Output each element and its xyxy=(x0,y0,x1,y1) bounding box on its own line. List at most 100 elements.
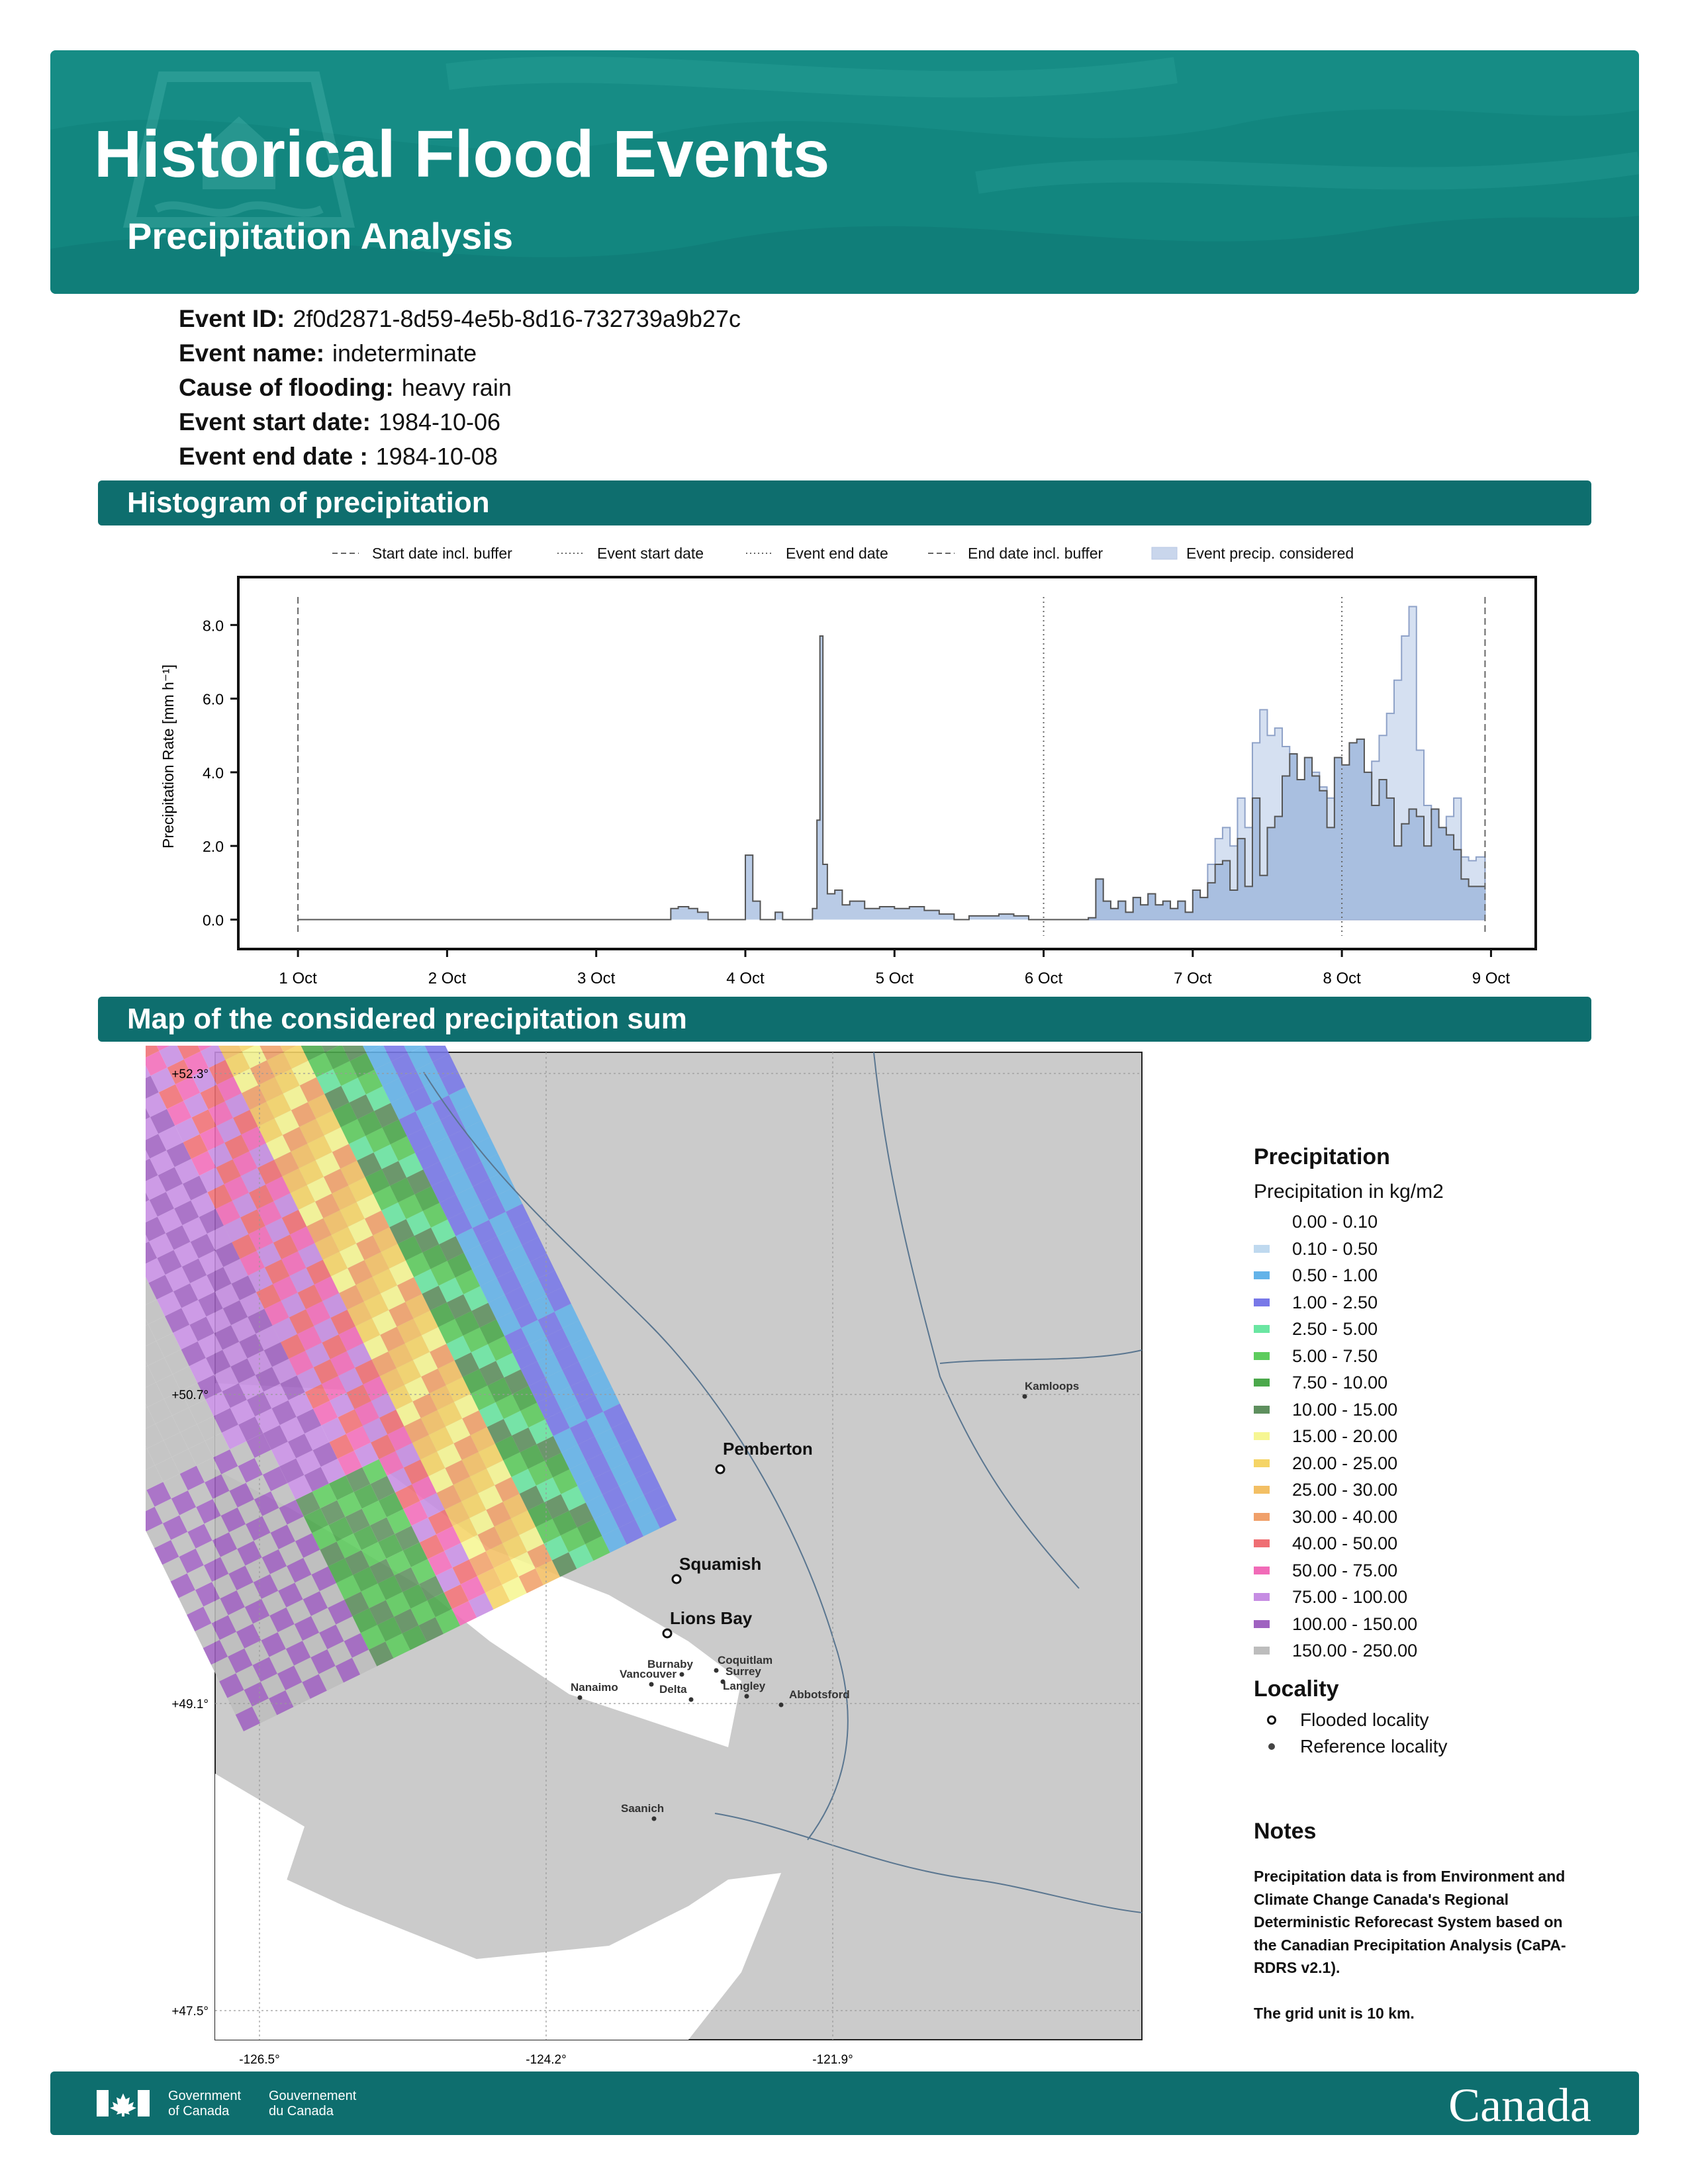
map-section-title: Map of the considered precipitation sum xyxy=(98,997,1591,1042)
lat-label: +49.1° xyxy=(171,1698,209,1711)
legend-bin-row: 75.00 - 100.00 xyxy=(1254,1584,1624,1611)
y-tick-label: 4.0 xyxy=(203,764,224,782)
legend-flooded-row: Flooded locality xyxy=(1254,1707,1624,1733)
lon-label: -121.9° xyxy=(812,2053,853,2065)
svg-text:Vancouver: Vancouver xyxy=(620,1668,677,1680)
canada-flag-icon xyxy=(97,2090,150,2116)
x-tick-label: 8 Oct xyxy=(1323,970,1361,987)
legend-bin-label: 5.00 - 7.50 xyxy=(1292,1345,1378,1366)
cause-row: Cause of flooding: heavy rain xyxy=(179,371,1172,405)
legend-bin-label: 0.00 - 0.10 xyxy=(1292,1212,1378,1232)
legend-swatch xyxy=(1254,1379,1270,1387)
legend-bin-row: 2.50 - 5.00 xyxy=(1254,1316,1624,1343)
y-tick-label: 6.0 xyxy=(203,691,224,708)
page-header: Historical Flood Events Precipitation An… xyxy=(50,50,1639,294)
reference-label: Reference locality xyxy=(1300,1735,1448,1756)
legend-swatch xyxy=(1254,1432,1270,1441)
reference-marker-icon xyxy=(1268,1743,1275,1750)
legend-bin-label: 1.00 - 2.50 xyxy=(1292,1292,1378,1312)
legend-bin-row: 50.00 - 75.00 xyxy=(1254,1557,1624,1584)
x-tick-label: 2 Oct xyxy=(428,970,467,987)
event-name-value: indeterminate xyxy=(332,340,477,367)
svg-text:Kamloops: Kamloops xyxy=(1025,1380,1079,1392)
gov-fr-line: Gouvernement xyxy=(269,2089,357,2103)
legend-bin-row: 7.50 - 10.00 xyxy=(1254,1369,1624,1396)
gov-en-line: of Canada xyxy=(168,2104,230,2118)
x-tick-label: 5 Oct xyxy=(876,970,914,987)
chart-legend-label: Event start date xyxy=(597,545,704,562)
end-date-row: Event end date : 1984-10-08 xyxy=(179,439,1172,474)
start-date-label: Event start date: xyxy=(179,408,371,435)
event-name-row: Event name: indeterminate xyxy=(179,336,1172,371)
legend-bin-row: 0.50 - 1.00 xyxy=(1254,1262,1624,1289)
legend-bin-row: 0.10 - 0.50 xyxy=(1254,1236,1624,1263)
legend-bin-row: 20.00 - 25.00 xyxy=(1254,1450,1624,1477)
lat-label: +52.3° xyxy=(171,1068,209,1081)
legend-bin-label: 15.00 - 20.00 xyxy=(1292,1426,1398,1446)
gov-en: Government of Canada xyxy=(168,2089,241,2119)
legend-swatch xyxy=(1254,1566,1270,1574)
cause-label: Cause of flooding: xyxy=(179,374,394,401)
legend-reference-row: Reference locality xyxy=(1254,1733,1624,1760)
legend-bin-label: 75.00 - 100.00 xyxy=(1292,1587,1408,1607)
precipitation-map: +52.3° +50.7° +49.1° +47.5° -126.5° -124.2° -1… xyxy=(146,1046,1143,2065)
page-footer: Government of Canada Gouvernement du Can… xyxy=(50,2071,1639,2135)
legend-bin-label: 20.00 - 25.00 xyxy=(1292,1453,1398,1473)
legend-swatch xyxy=(1254,1271,1270,1280)
legend-bin-row: 10.00 - 15.00 xyxy=(1254,1396,1624,1424)
svg-text:Delta: Delta xyxy=(659,1683,687,1696)
svg-text:Surrey: Surrey xyxy=(726,1665,761,1678)
notes-line xyxy=(1254,1979,1605,2003)
y-tick-label: 0.0 xyxy=(203,911,224,929)
legend-bin-row: 40.00 - 50.00 xyxy=(1254,1530,1624,1557)
legend-swatch xyxy=(1254,1459,1270,1467)
legend-bin-label: 10.00 - 15.00 xyxy=(1292,1399,1398,1420)
chart-legend-item: Event end date xyxy=(746,545,888,562)
y-tick-label: 8.0 xyxy=(203,617,224,634)
chart-legend-label: End date incl. buffer xyxy=(968,545,1103,562)
notes-line: Deterministic Reforecast System based on xyxy=(1254,1913,1563,1931)
canada-wordmark: Canada xyxy=(1448,2079,1591,2132)
legend-swatch xyxy=(1254,1512,1270,1521)
flooded-label: Flooded locality xyxy=(1300,1709,1429,1730)
cause-value: heavy rain xyxy=(401,374,512,401)
legend-title: Precipitation xyxy=(1254,1144,1390,1169)
legend-swatch xyxy=(1254,1325,1270,1334)
notes-text: Precipitation data is from Environment a… xyxy=(1254,1865,1605,2025)
legend-bin-row: 30.00 - 40.00 xyxy=(1254,1504,1624,1531)
notes-line: RDRS v2.1). xyxy=(1254,1959,1340,1976)
legend-bin-label: 0.10 - 0.50 xyxy=(1292,1238,1378,1259)
legend-swatch xyxy=(1254,1619,1270,1628)
legend-bin-label: 150.00 - 250.00 xyxy=(1292,1641,1418,1661)
start-date-value: 1984-10-06 xyxy=(378,408,501,435)
legend-swatch xyxy=(1254,1298,1270,1306)
legend-swatch xyxy=(1254,1486,1270,1494)
legend-subtitle: Precipitation in kg/m2 xyxy=(1254,1181,1444,1203)
x-tick-label: 4 Oct xyxy=(726,970,765,987)
start-date-row: Event start date: 1984-10-06 xyxy=(179,405,1172,439)
x-tick-label: 9 Oct xyxy=(1472,970,1511,987)
legend-bin-label: 100.00 - 150.00 xyxy=(1292,1614,1418,1634)
legend-bins: 0.00 - 0.10 0.10 - 0.50 0.50 - 1.00 1.00 - … xyxy=(1254,1208,1624,1664)
legend-bin-label: 30.00 - 40.00 xyxy=(1292,1506,1398,1527)
notes-line: Precipitation data is from Environment a… xyxy=(1254,1868,1566,1885)
legend-bin-row: 5.00 - 7.50 xyxy=(1254,1343,1624,1370)
chart-legend-item: Event start date xyxy=(557,545,704,562)
chart-legend-label: Event precip. considered xyxy=(1186,545,1354,562)
svg-text:Nanaimo: Nanaimo xyxy=(571,1681,618,1694)
legend-bin-row: 150.00 - 250.00 xyxy=(1254,1637,1624,1664)
svg-text:Pemberton: Pemberton xyxy=(723,1439,813,1459)
svg-text:Lions Bay: Lions Bay xyxy=(670,1608,753,1628)
svg-text:Squamish: Squamish xyxy=(679,1554,761,1574)
legend-bin-row: 100.00 - 150.00 xyxy=(1254,1611,1624,1638)
event-name-label: Event name: xyxy=(179,340,325,367)
legend-bin-label: 2.50 - 5.00 xyxy=(1292,1319,1378,1339)
svg-text:Abbotsford: Abbotsford xyxy=(789,1688,850,1701)
lon-label: -126.5° xyxy=(239,2053,279,2065)
event-id-label: Event ID: xyxy=(179,305,285,332)
legend-bin-label: 40.00 - 50.00 xyxy=(1292,1533,1398,1553)
gov-en-line: Government xyxy=(168,2089,242,2103)
notes-title: Notes xyxy=(1254,1819,1317,1844)
page-title: Historical Flood Events xyxy=(94,117,830,191)
y-axis-label: Precipitation Rate [mm h⁻¹] xyxy=(160,664,177,848)
